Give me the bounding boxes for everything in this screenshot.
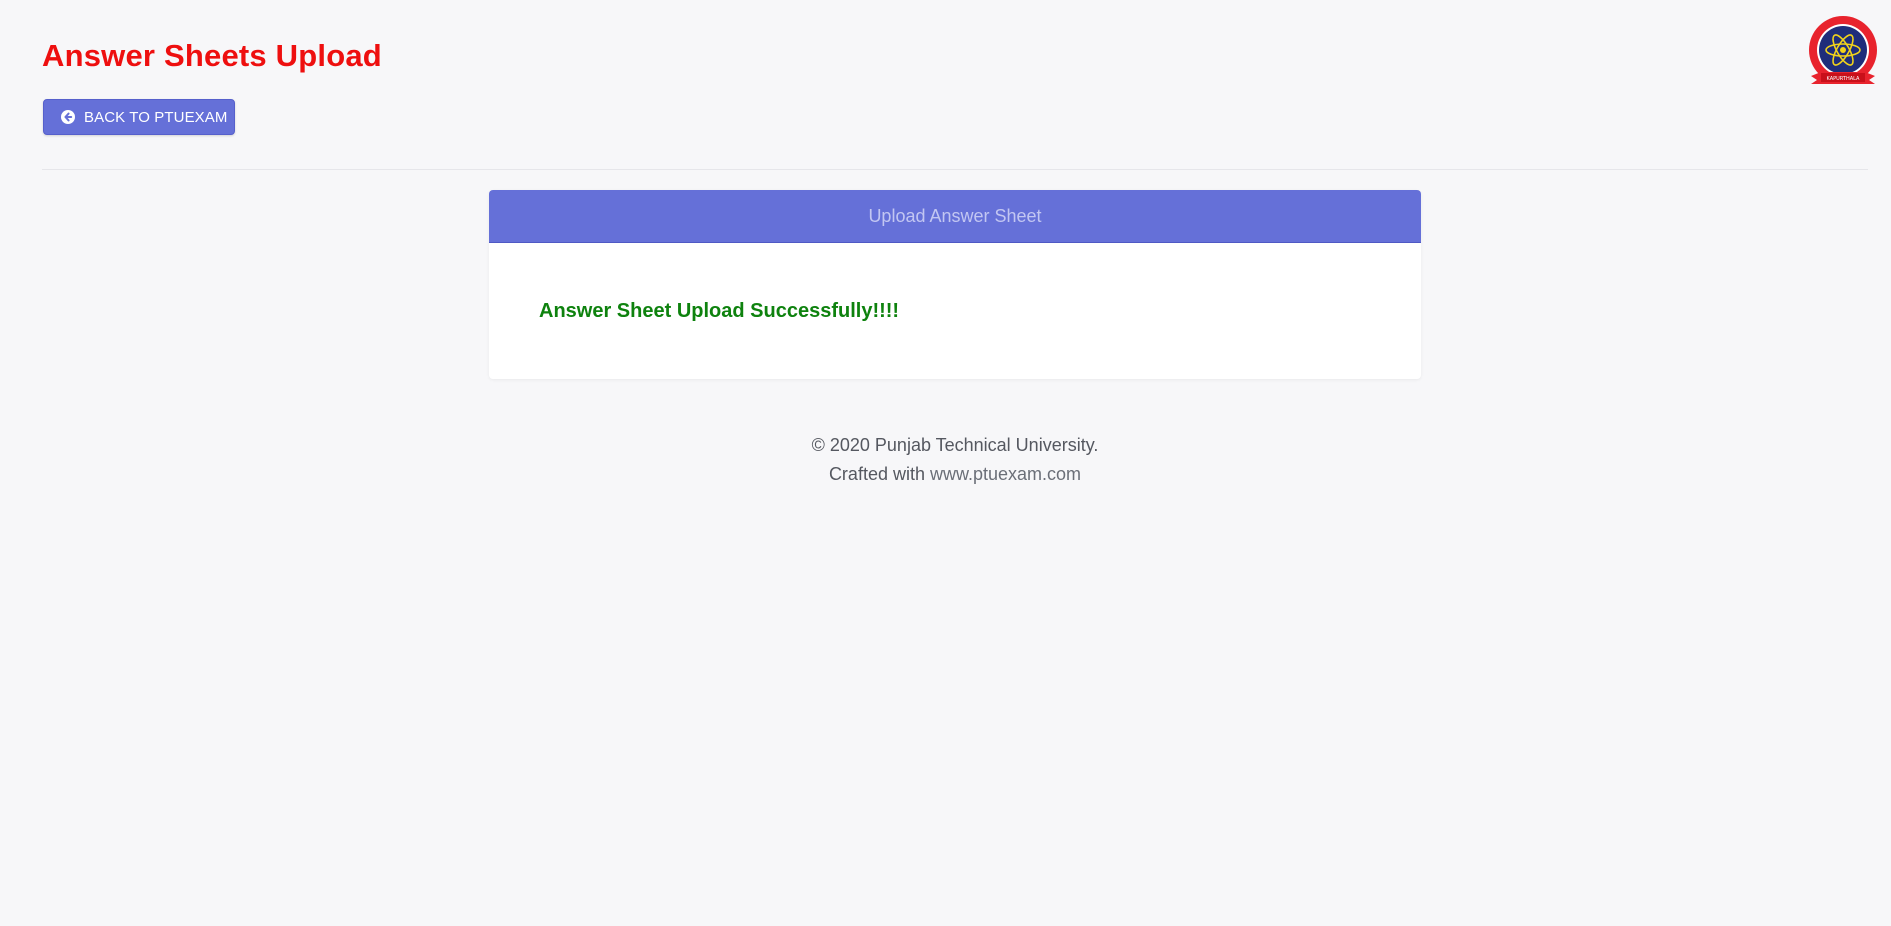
card-body: Answer Sheet Upload Successfully!!!! bbox=[489, 243, 1421, 323]
success-message: Answer Sheet Upload Successfully!!!! bbox=[539, 300, 900, 322]
logo-ribbon-text: KAPURTHALA bbox=[1827, 76, 1861, 82]
footer-crafted-line: Crafted with www.ptuexam.com bbox=[0, 460, 1891, 489]
back-button-label: BACK TO PTUEXAM bbox=[84, 108, 228, 126]
card-header: Upload Answer Sheet bbox=[489, 190, 1421, 243]
page-title: Answer Sheets Upload bbox=[42, 38, 382, 73]
header-divider bbox=[42, 169, 1868, 170]
upload-card: Upload Answer Sheet Answer Sheet Upload … bbox=[489, 190, 1421, 379]
university-seal-logo: KAPURTHALA bbox=[1807, 14, 1879, 92]
footer-copyright: © 2020 Punjab Technical University. bbox=[811, 435, 1099, 455]
footer-ptuexam-link[interactable]: www.ptuexam.com bbox=[930, 464, 1081, 484]
card-header-title: Upload Answer Sheet bbox=[868, 205, 1042, 226]
footer: © 2020 Punjab Technical University. Craf… bbox=[0, 431, 1891, 489]
page: Answer Sheets Upload BACK TO PTUEXAM KAP… bbox=[0, 0, 1891, 926]
back-to-ptuexam-button[interactable]: BACK TO PTUEXAM bbox=[43, 99, 235, 135]
arrow-circle-left-icon bbox=[61, 110, 75, 124]
footer-crafted-prefix: Crafted with bbox=[828, 464, 925, 484]
